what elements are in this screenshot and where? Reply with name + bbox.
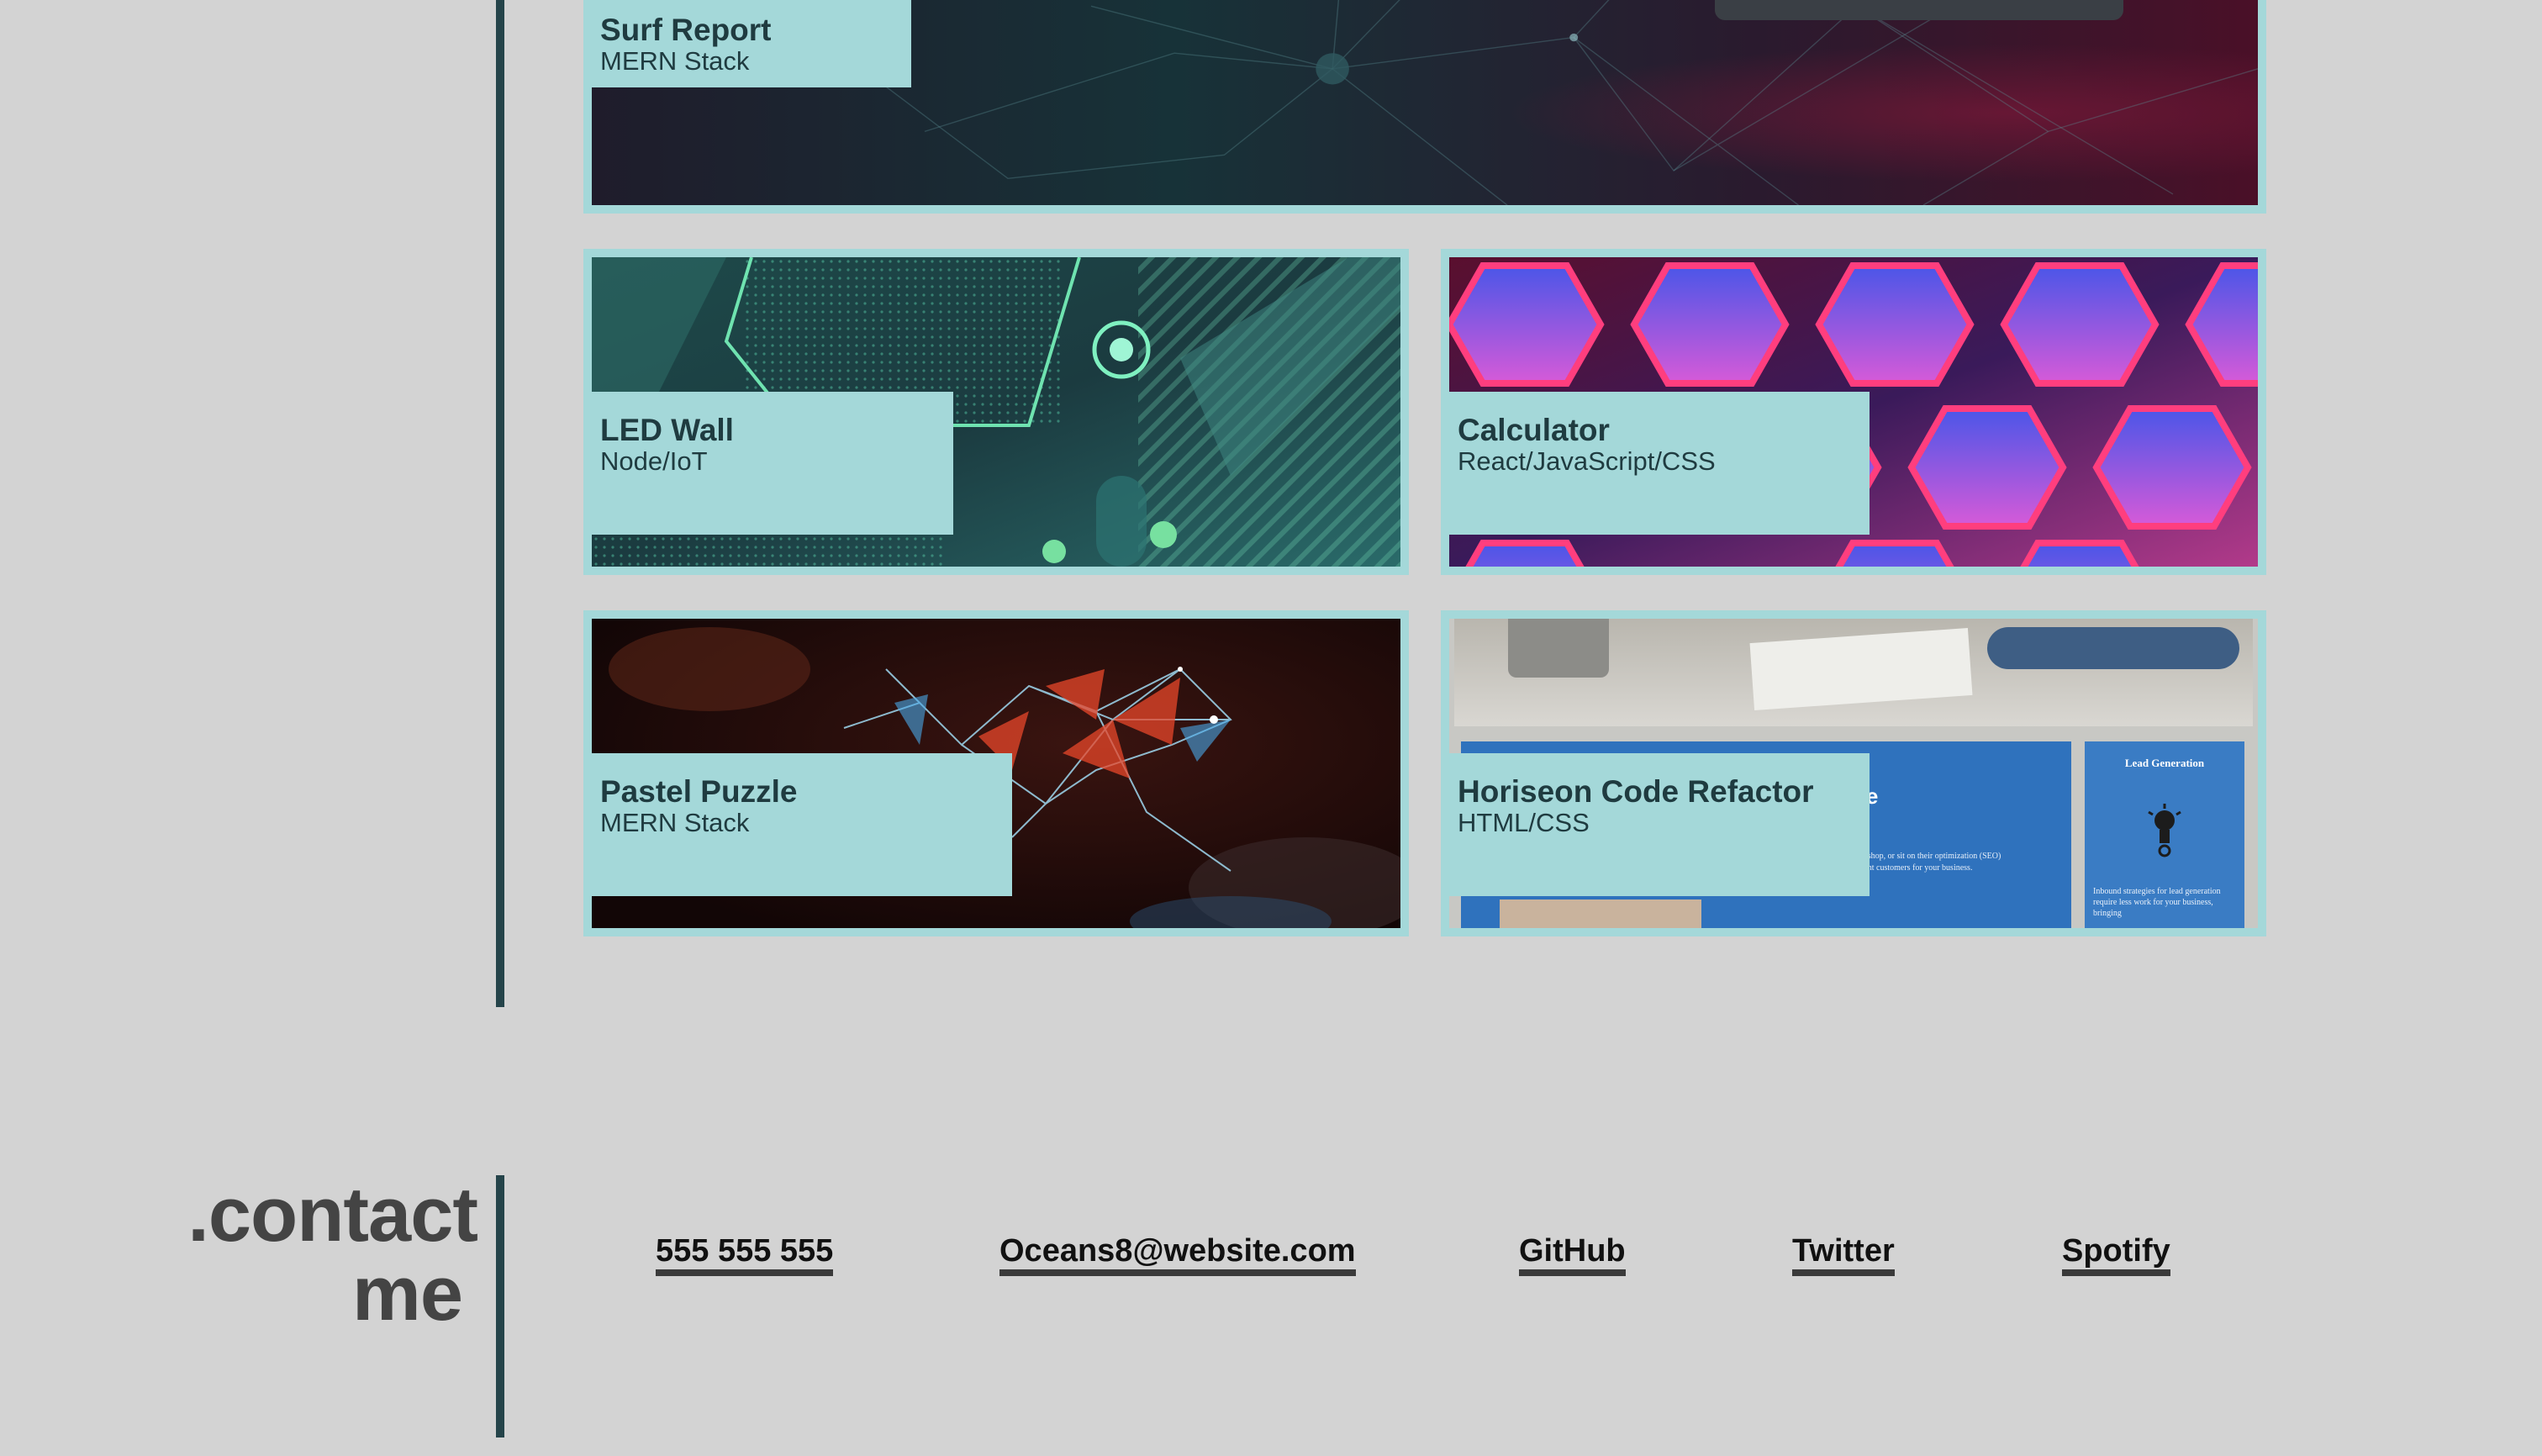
project-label-pastel-puzzle: Pastel Puzzle MERN Stack	[592, 753, 1012, 896]
project-label-horiseon: Horiseon Code Refactor HTML/CSS	[1449, 753, 1870, 896]
contact-heading: .contact me	[187, 1172, 478, 1337]
lightbulb-icon	[2144, 802, 2186, 861]
contact-divider	[496, 1175, 504, 1438]
contact-heading-line-2: me	[352, 1251, 463, 1337]
project-title: LED Wall	[600, 413, 734, 447]
twitter-link[interactable]: Twitter	[1792, 1232, 1895, 1276]
project-label-led-wall: LED Wall Node/IoT	[592, 392, 953, 535]
github-link[interactable]: GitHub	[1519, 1232, 1626, 1276]
project-card-led-wall[interactable]: LED Wall Node/IoT	[583, 249, 1409, 575]
preview-side-title: Lead Generation	[2124, 757, 2205, 769]
spotify-link[interactable]: Spotify	[2062, 1232, 2170, 1276]
project-title: Horiseon Code Refactor	[1458, 774, 1814, 809]
email-link[interactable]: Oceans8@website.com	[999, 1232, 1356, 1276]
project-title: Calculator	[1458, 413, 1610, 447]
project-card-surf-report[interactable]: Surf Report MERN Stack	[583, 0, 2266, 214]
project-tech: Node/IoT	[600, 446, 708, 476]
tooltip-bar	[1715, 0, 2123, 20]
contact-heading-line-1: .contact	[187, 1172, 478, 1258]
project-tech: React/JavaScript/CSS	[1458, 446, 1716, 476]
project-card-horiseon[interactable]: ne n ut use means that users are as they…	[1441, 610, 2266, 936]
project-title: Surf Report	[600, 13, 772, 47]
project-label-calculator: Calculator React/JavaScript/CSS	[1449, 392, 1870, 535]
project-card-calculator[interactable]: Calculator React/JavaScript/CSS	[1441, 249, 2266, 575]
project-tech: HTML/CSS	[1458, 808, 1590, 837]
project-tech: MERN Stack	[600, 46, 750, 76]
preview-side-text: Inbound strategies for lead generation r…	[2093, 887, 2221, 918]
project-card-pastel-puzzle[interactable]: Pastel Puzzle MERN Stack	[583, 610, 1409, 936]
phone-link[interactable]: 555 555 555	[656, 1232, 834, 1276]
projects-divider	[496, 0, 504, 1007]
project-label-surf-report: Surf Report MERN Stack	[592, 0, 911, 87]
project-tech: MERN Stack	[600, 808, 750, 837]
project-title: Pastel Puzzle	[600, 774, 798, 809]
